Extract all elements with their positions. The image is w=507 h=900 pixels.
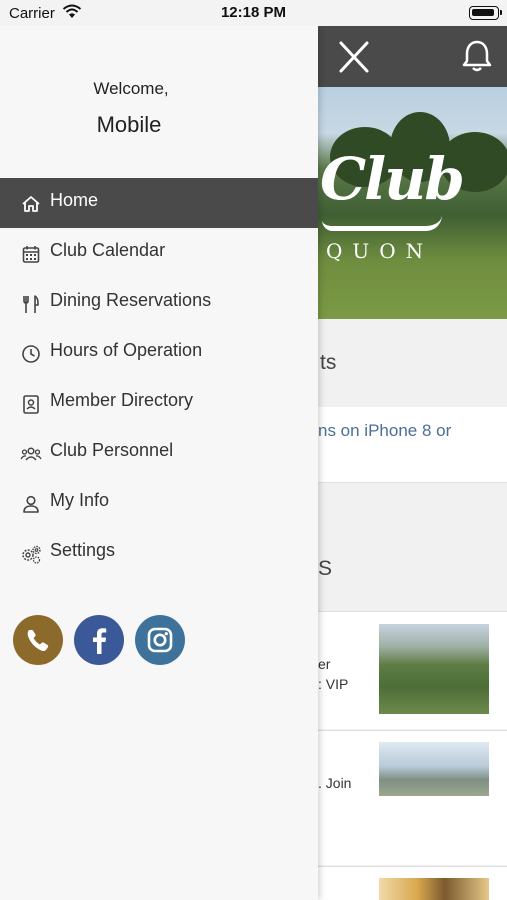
menu-item-home[interactable]: Home — [0, 178, 318, 228]
hero-logo-script: Club — [320, 145, 465, 213]
menu-item-settings[interactable]: Settings — [0, 528, 318, 578]
phone-icon — [13, 615, 63, 665]
menu-item-club-calendar[interactable]: Club Calendar — [0, 228, 318, 278]
section-title: S — [318, 557, 333, 580]
menu-label: Home — [50, 190, 99, 210]
facebook-icon — [74, 615, 124, 665]
directory-icon — [20, 393, 42, 415]
battery-level — [472, 9, 494, 16]
user-icon — [20, 493, 42, 515]
side-drawer: Welcome, Mobile Home Club Calendar Dinin… — [0, 26, 318, 900]
menu-label: Club Personnel — [50, 440, 174, 460]
instagram-button[interactable] — [135, 615, 185, 665]
news-text-line: . Join — [318, 775, 352, 791]
notice-text[interactable]: ns on iPhone 8 or — [318, 421, 451, 441]
menu-item-member-directory[interactable]: Member Directory — [0, 378, 318, 428]
menu-label: Settings — [50, 540, 116, 560]
menu-label: Dining Reservations — [50, 290, 212, 310]
menu-item-dining-reservations[interactable]: Dining Reservations — [0, 278, 318, 328]
people-icon — [20, 443, 42, 465]
menu-item-my-info[interactable]: My Info — [0, 478, 318, 528]
clock: 12:18 PM — [220, 4, 287, 21]
status-bar: Carrier 12:18 PM — [0, 0, 507, 26]
menu-label: Member Directory — [50, 390, 194, 410]
user-name: Mobile — [96, 112, 162, 137]
news-text-line: er — [318, 656, 331, 672]
close-icon[interactable] — [336, 40, 372, 74]
menu-item-hours-of-operation[interactable]: Hours of Operation — [0, 328, 318, 378]
utensils-icon — [20, 293, 42, 315]
hero-logo-subtitle: QUON — [326, 239, 434, 263]
news-thumbnail — [379, 878, 489, 900]
calendar-icon — [20, 243, 42, 265]
news-text: er : VIP — [318, 654, 348, 694]
home-icon — [20, 193, 42, 215]
bell-icon[interactable] — [460, 38, 494, 74]
hero-logo-swoosh — [322, 215, 442, 231]
news-text: . Join — [318, 773, 351, 793]
menu-item-club-personnel[interactable]: Club Personnel — [0, 428, 318, 478]
section-title: ts — [320, 351, 337, 374]
menu-label: My Info — [50, 490, 110, 510]
instagram-icon — [135, 615, 185, 665]
clock-icon — [20, 343, 42, 365]
facebook-button[interactable] — [74, 615, 124, 665]
menu-label: Hours of Operation — [50, 340, 203, 360]
news-thumbnail — [379, 624, 489, 714]
gears-icon — [20, 543, 42, 565]
menu-label: Club Calendar — [50, 240, 166, 260]
news-text-line: : VIP — [318, 676, 349, 692]
welcome-label: Welcome, — [93, 79, 169, 98]
news-thumbnail — [379, 742, 489, 796]
phone-button[interactable] — [13, 615, 63, 665]
battery-icon — [469, 6, 502, 20]
